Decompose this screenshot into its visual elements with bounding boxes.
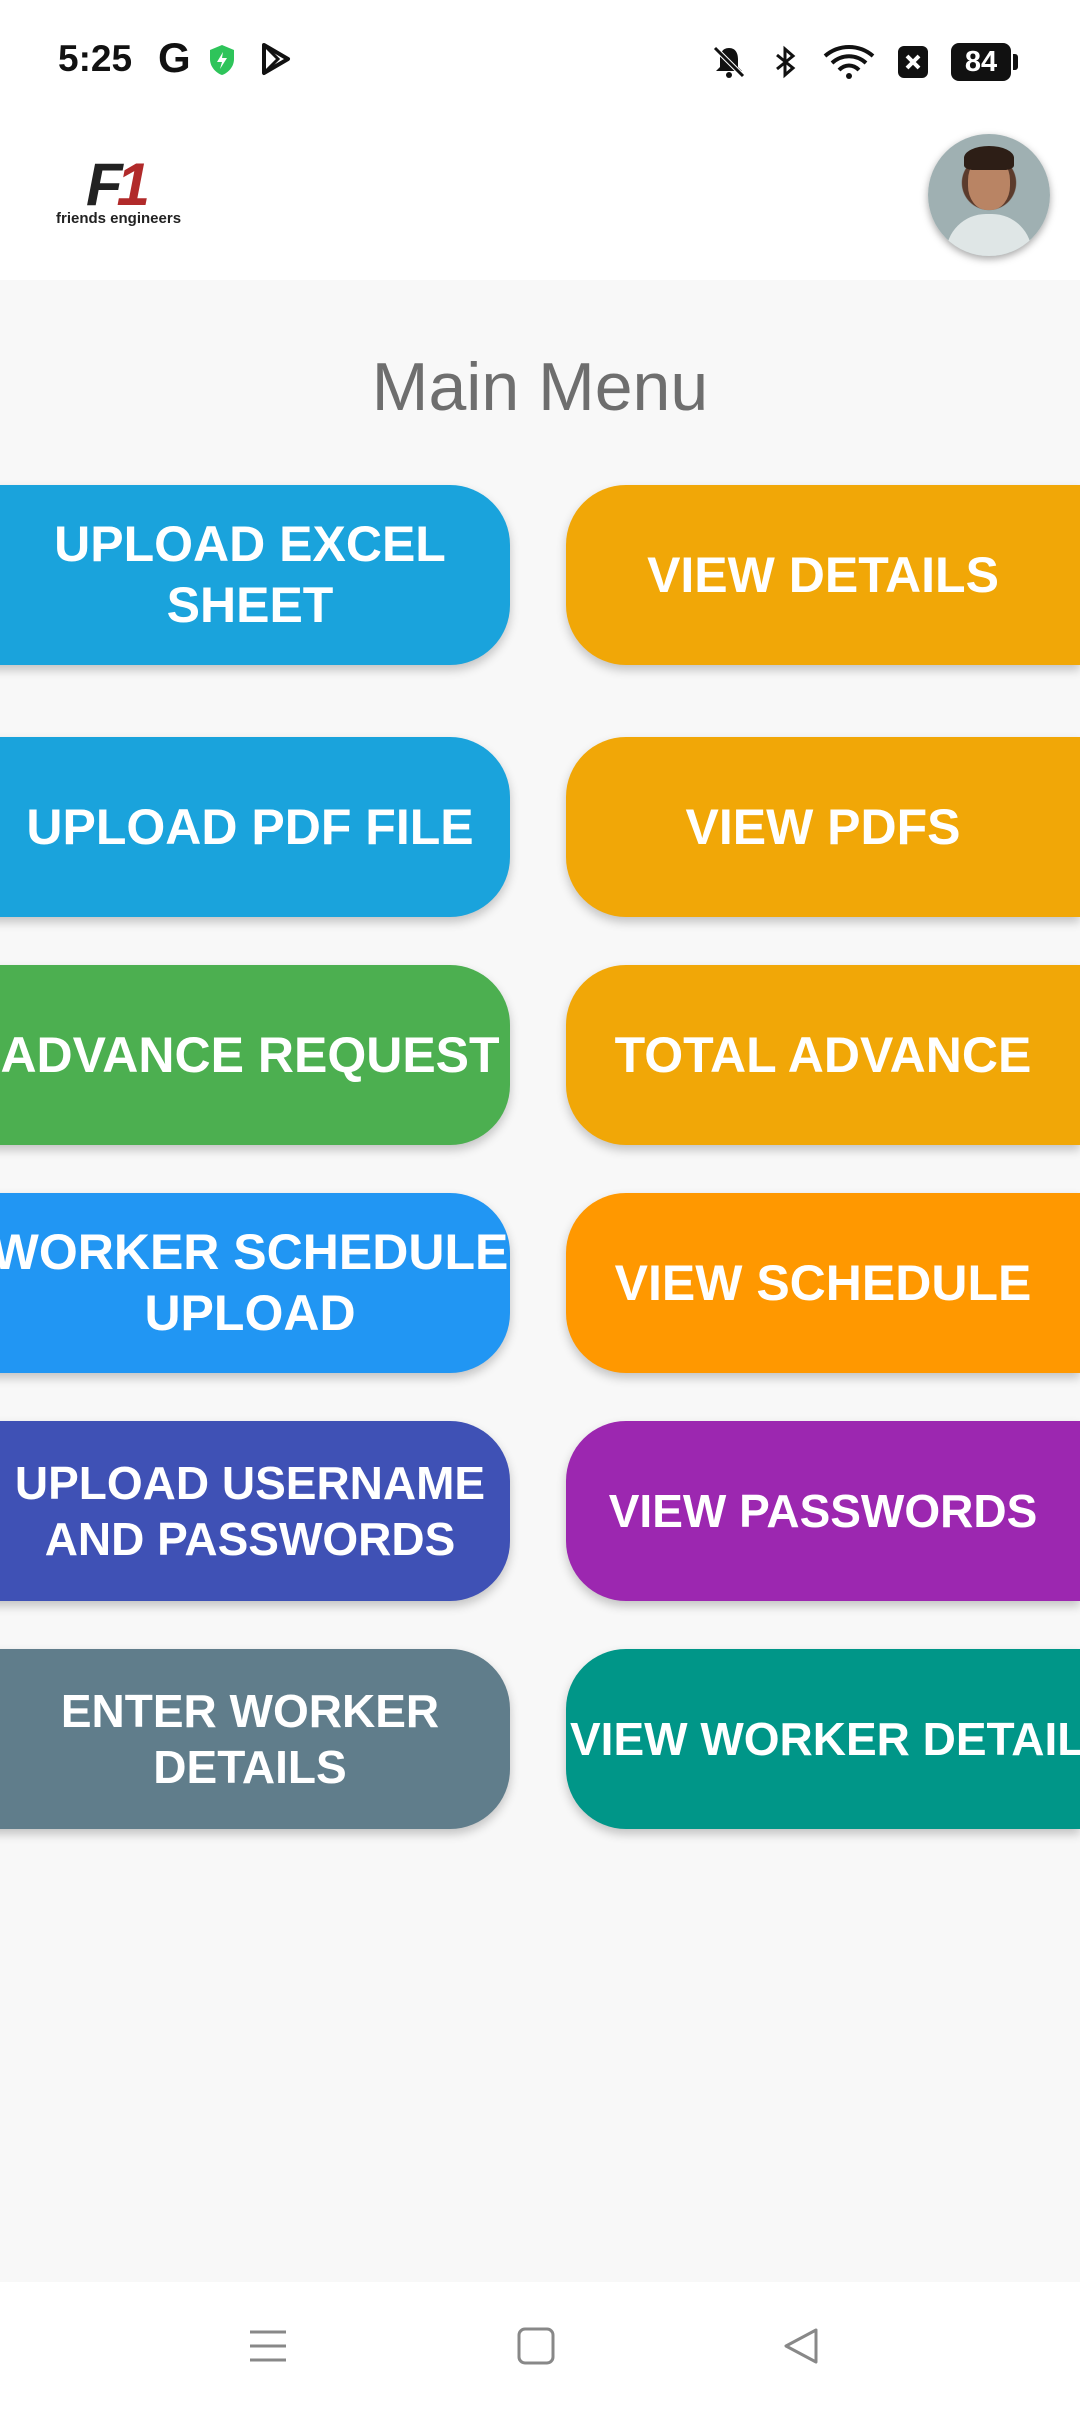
google-icon: G bbox=[158, 34, 191, 81]
view-passwords-button[interactable]: VIEW PASSWORDS bbox=[566, 1421, 1080, 1601]
logo-mark: F1 bbox=[86, 151, 150, 218]
page-title: Main Menu bbox=[371, 349, 709, 425]
upload-excel-sheet-button[interactable]: UPLOAD EXCEL SHEET bbox=[0, 485, 510, 665]
view-schedule-button[interactable]: VIEW SCHEDULE bbox=[566, 1193, 1080, 1373]
battery-level: 84 bbox=[951, 43, 1011, 81]
upload-pdf-file-button[interactable]: UPLOAD PDF FILE bbox=[0, 737, 510, 917]
wifi-icon bbox=[823, 45, 875, 79]
user-avatar[interactable] bbox=[928, 134, 1050, 256]
view-details-button[interactable]: VIEW DETAILS bbox=[566, 485, 1080, 665]
bell-off-icon bbox=[713, 46, 745, 78]
status-time: 5:25 bbox=[58, 38, 133, 79]
view-worker-details-button[interactable]: VIEW WORKER DETAILS bbox=[566, 1649, 1080, 1829]
logo-text: friends engineers bbox=[56, 210, 182, 227]
menu-icon[interactable] bbox=[246, 2324, 290, 2368]
shield-icon bbox=[210, 45, 234, 75]
back-triangle-icon[interactable] bbox=[780, 2324, 824, 2368]
home-square-icon[interactable] bbox=[514, 2324, 558, 2368]
status-right-group: 84 bbox=[711, 38, 1018, 86]
upload-username-passwords-button[interactable]: UPLOAD USERNAME AND PASSWORDS bbox=[0, 1421, 510, 1601]
system-navigation-bar bbox=[0, 2282, 1080, 2412]
company-logo: F1 friends engineers bbox=[56, 150, 186, 232]
worker-schedule-upload-button[interactable]: WORKER SCHEDULE UPLOAD bbox=[0, 1193, 510, 1373]
view-pdfs-button[interactable]: VIEW PDFS bbox=[566, 737, 1080, 917]
bluetooth-icon bbox=[776, 45, 796, 79]
close-box-icon bbox=[898, 46, 928, 78]
total-advance-button[interactable]: TOTAL ADVANCE bbox=[566, 965, 1080, 1145]
advance-request-button[interactable]: ADVANCE REQUEST bbox=[0, 965, 510, 1145]
play-icon bbox=[262, 43, 290, 75]
battery-icon: 84 bbox=[951, 43, 1018, 81]
status-bar: 5:25 G 84 bbox=[0, 0, 1080, 125]
enter-worker-details-button[interactable]: ENTER WORKER DETAILS bbox=[0, 1649, 510, 1829]
